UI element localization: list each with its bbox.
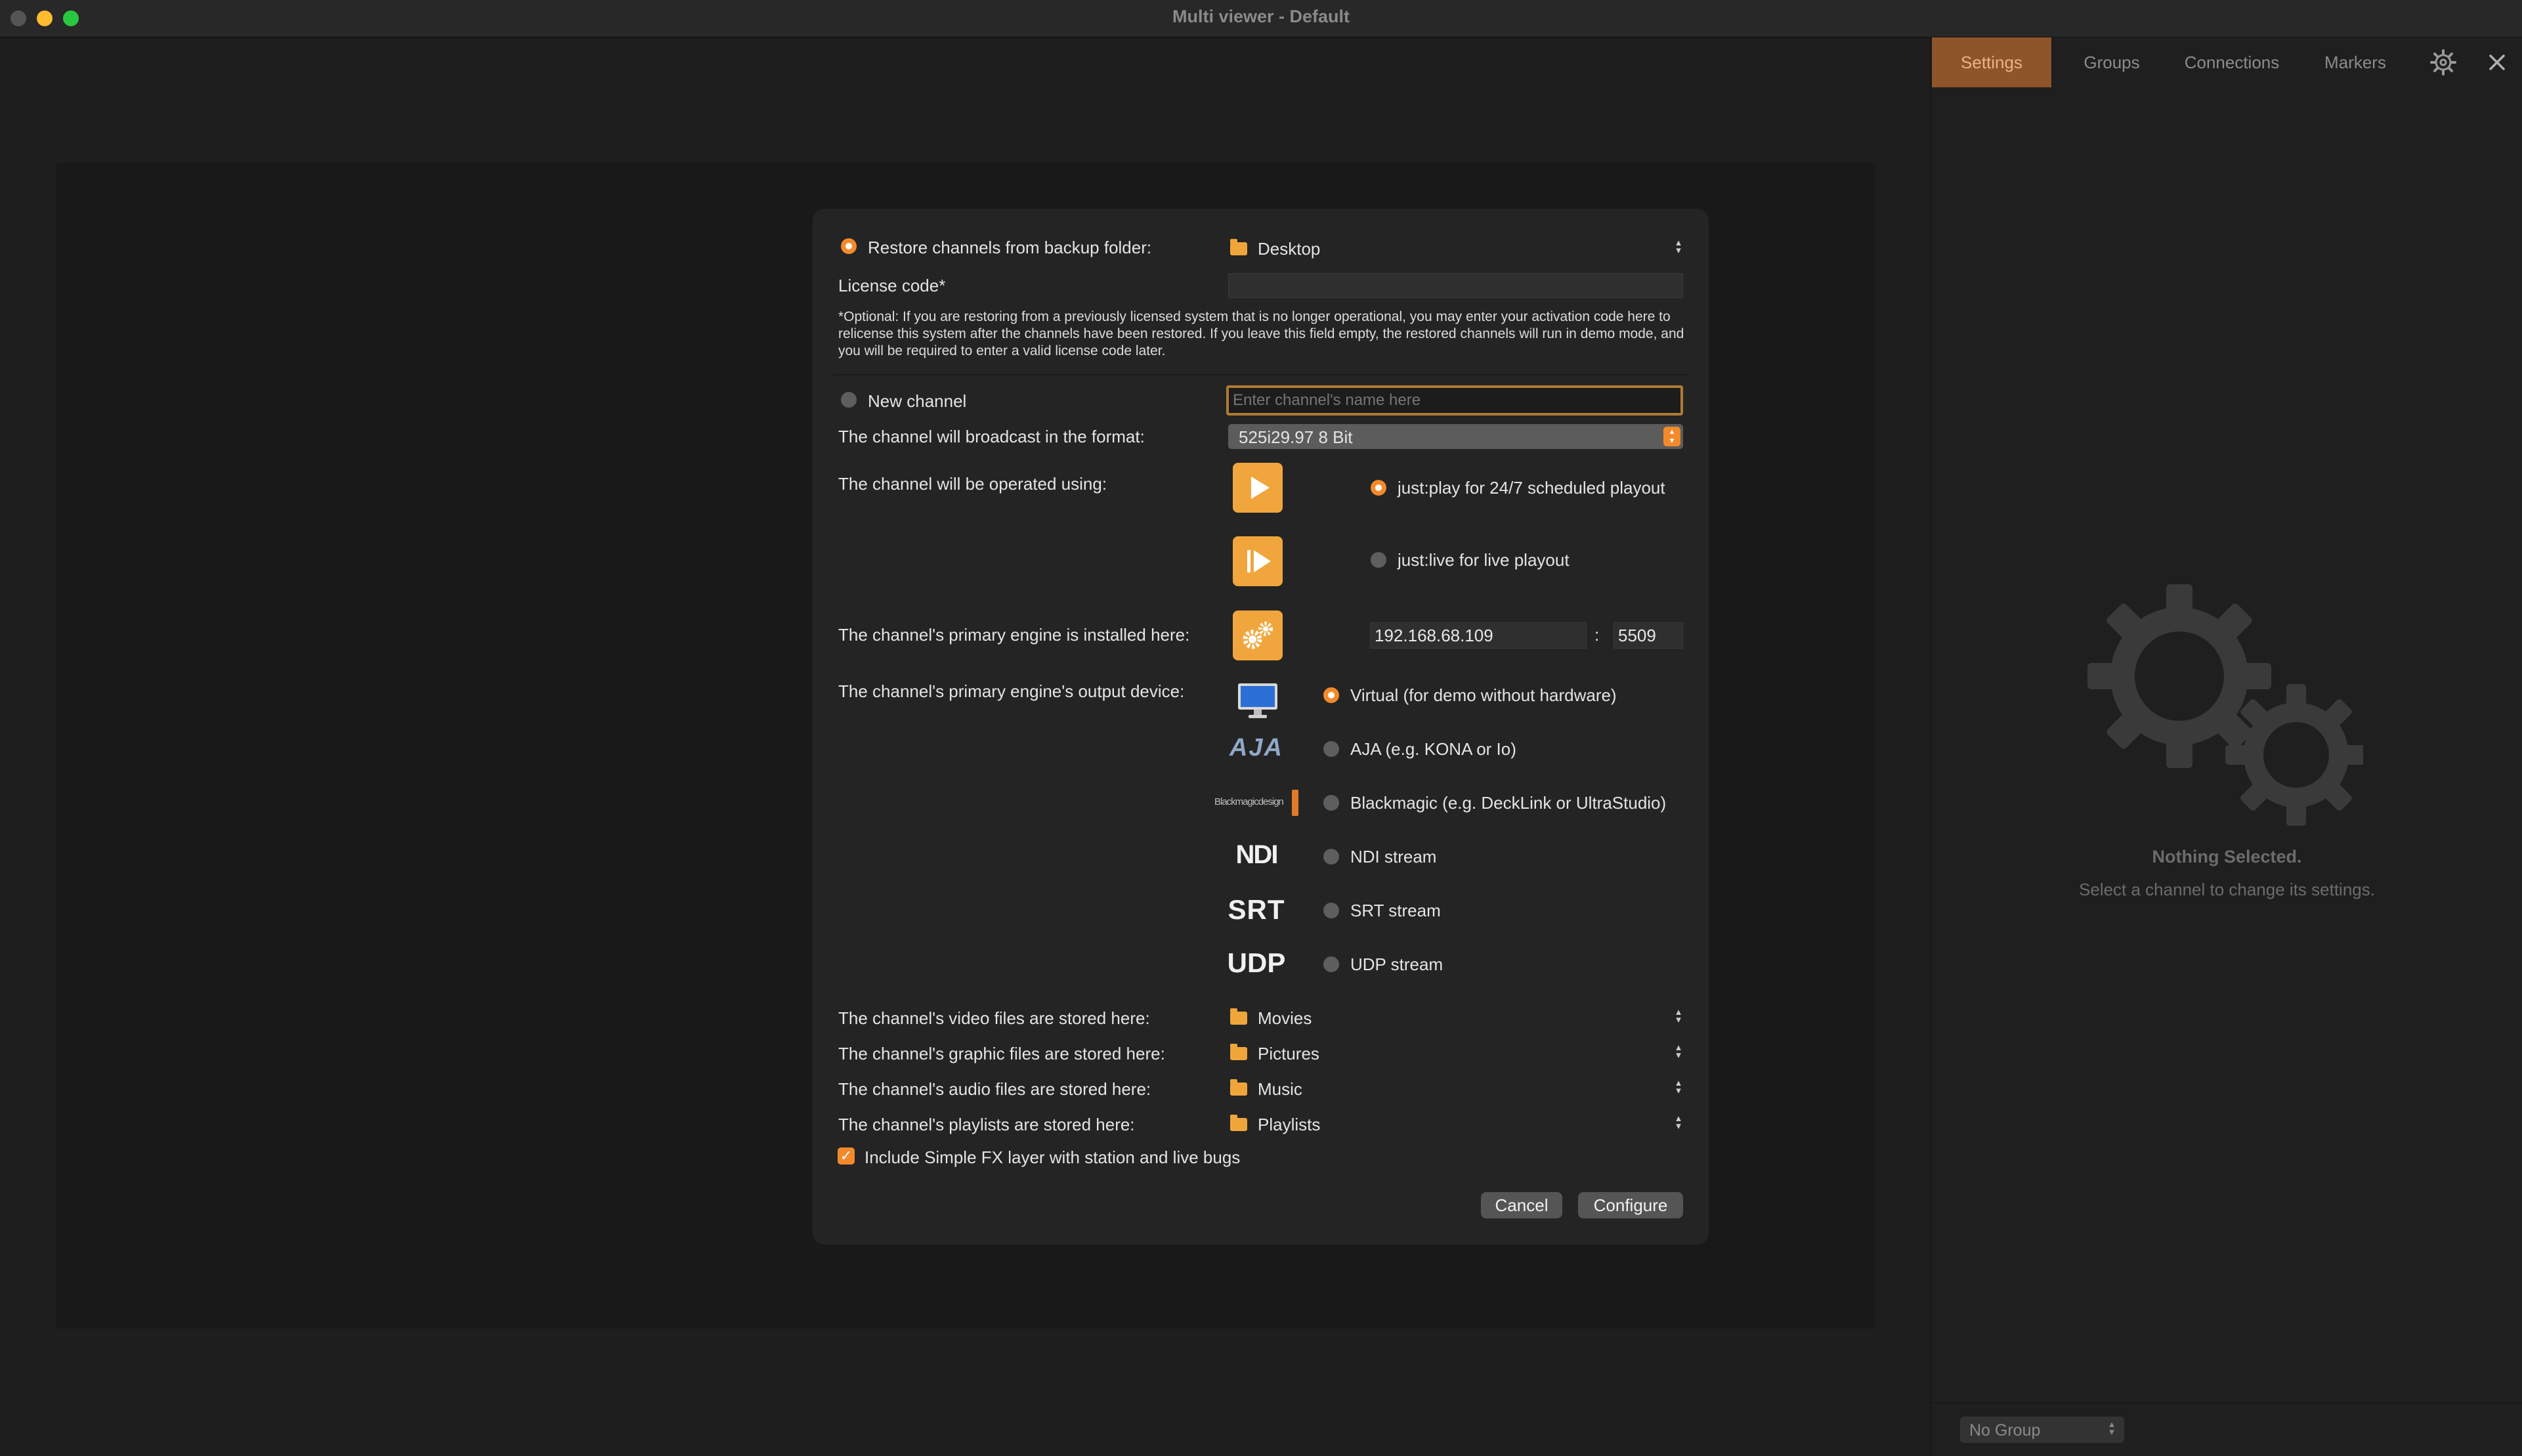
new-channel-radio[interactable]: [841, 392, 857, 408]
tab-connections[interactable]: Connections: [2173, 37, 2291, 87]
nothing-selected-title: Nothing Selected.: [2152, 847, 2302, 867]
gear-icon[interactable]: [2429, 48, 2458, 77]
divider: [832, 374, 1689, 375]
restore-folder-value: Desktop: [1258, 239, 1321, 259]
engine-ip-input[interactable]: [1370, 622, 1587, 649]
license-input[interactable]: [1228, 273, 1683, 298]
graphic-folder-select[interactable]: Pictures ▴ ▾: [1230, 1041, 1683, 1065]
output-virtual-radio[interactable]: [1323, 687, 1339, 703]
empty-state-gears-icon: [2087, 584, 2367, 834]
chevron-updown-icon: ▴ ▾: [1676, 1006, 1681, 1025]
graphic-files-label: The channel's graphic files are stored h…: [838, 1044, 1165, 1063]
chevron-updown-icon: ▴ ▾: [2109, 1419, 2114, 1438]
playlists-label: The channel's playlists are stored here:: [838, 1115, 1135, 1134]
restore-label: Restore channels from backup folder:: [868, 238, 1152, 257]
close-icon[interactable]: [2485, 51, 2509, 74]
output-ndi-label: NDI stream: [1350, 847, 1437, 867]
output-srt-label: SRT stream: [1350, 901, 1441, 920]
tab-settings[interactable]: Settings: [1932, 37, 2051, 87]
output-virtual-label: Virtual (for demo without hardware): [1350, 685, 1617, 705]
nothing-selected-hint: Select a channel to change its settings.: [2079, 880, 2375, 899]
audio-folder-value: Music: [1258, 1079, 1302, 1099]
panel-bottom-divider: [1932, 1402, 2522, 1403]
blackmagic-logo-mark: [1292, 790, 1298, 816]
cancel-button[interactable]: Cancel: [1481, 1192, 1562, 1218]
output-udp-radio[interactable]: [1323, 956, 1339, 972]
operated-label: The channel will be operated using:: [838, 474, 1107, 494]
playlists-folder-select[interactable]: Playlists ▴ ▾: [1230, 1112, 1683, 1136]
new-channel-dialog: Restore channels from backup folder: Des…: [813, 209, 1709, 1245]
engine-label: The channel's primary engine is installe…: [838, 625, 1190, 645]
justlive-label: just:live for live playout: [1398, 550, 1570, 570]
window-title: Multi viewer - Default: [1172, 7, 1350, 26]
format-label: The channel will broadcast in the format…: [838, 427, 1145, 446]
justplay-radio[interactable]: [1371, 480, 1386, 496]
justlive-icon: [1233, 536, 1283, 586]
channel-name-input[interactable]: [1226, 385, 1683, 416]
format-stepper-icon: ▴ ▾: [1663, 427, 1680, 446]
engine-port-input[interactable]: [1614, 622, 1683, 649]
output-aja-label: AJA (e.g. KONA or Io): [1350, 739, 1516, 759]
folder-icon: [1230, 1079, 1247, 1096]
srt-logo: SRT: [1228, 894, 1285, 925]
format-select[interactable]: 525i29.97 8 Bit ▴ ▾: [1228, 424, 1683, 449]
video-files-label: The channel's video files are stored her…: [838, 1008, 1150, 1028]
folder-icon: [1230, 1115, 1247, 1131]
justlive-radio[interactable]: [1371, 552, 1386, 568]
output-ndi-radio[interactable]: [1323, 849, 1339, 865]
tab-groups[interactable]: Groups: [2068, 37, 2156, 87]
group-select-value: No Group: [1969, 1421, 2041, 1440]
chevron-updown-icon: ▴ ▾: [1676, 237, 1681, 256]
title-bar: Multi viewer - Default: [0, 0, 2522, 38]
format-value: 525i29.97 8 Bit: [1239, 427, 1353, 447]
output-aja-radio[interactable]: [1323, 741, 1339, 757]
graphic-folder-value: Pictures: [1258, 1044, 1319, 1063]
restore-folder-select[interactable]: Desktop ▴ ▾: [1230, 236, 1683, 260]
configure-button[interactable]: Configure: [1578, 1192, 1683, 1218]
folder-icon: [1230, 1008, 1247, 1025]
output-blackmagic-label: Blackmagic (e.g. DeckLink or UltraStudio…: [1350, 793, 1667, 813]
chevron-updown-icon: ▴ ▾: [1676, 1113, 1681, 1132]
folder-icon: [1230, 1044, 1247, 1060]
license-note: *Optional: If you are restoring from a p…: [838, 309, 1684, 358]
engine-gears-icon: [1233, 610, 1283, 660]
audio-folder-select[interactable]: Music ▴ ▾: [1230, 1077, 1683, 1100]
justplay-label: just:play for 24/7 scheduled playout: [1398, 478, 1665, 498]
group-select[interactable]: No Group ▴ ▾: [1960, 1417, 2124, 1443]
restore-radio[interactable]: [841, 238, 857, 254]
license-label: License code*: [838, 276, 946, 295]
new-channel-label: New channel: [868, 391, 967, 411]
audio-files-label: The channel's audio files are stored her…: [838, 1079, 1151, 1099]
aja-logo: AJA: [1229, 734, 1284, 761]
engine-separator: :: [1594, 625, 1600, 645]
playlists-folder-value: Playlists: [1258, 1115, 1321, 1134]
output-srt-radio[interactable]: [1323, 903, 1339, 918]
output-label: The channel's primary engine's output de…: [838, 681, 1185, 701]
chevron-updown-icon: ▴ ▾: [1676, 1042, 1681, 1061]
chevron-updown-icon: ▴ ▾: [1676, 1077, 1681, 1096]
tab-markers[interactable]: Markers: [2311, 37, 2400, 87]
monitor-icon: [1237, 682, 1279, 725]
output-blackmagic-radio[interactable]: [1323, 795, 1339, 811]
video-folder-select[interactable]: Movies ▴ ▾: [1230, 1006, 1683, 1029]
output-udp-label: UDP stream: [1350, 954, 1443, 974]
simple-fx-label: Include Simple FX layer with station and…: [865, 1147, 1241, 1167]
folder-icon: [1230, 239, 1247, 255]
blackmagic-logo: Blackmagicdesign: [1214, 796, 1284, 807]
udp-logo: UDP: [1227, 947, 1286, 978]
justplay-icon: [1233, 463, 1283, 513]
simple-fx-checkbox[interactable]: ✓: [838, 1147, 855, 1165]
video-folder-value: Movies: [1258, 1008, 1312, 1028]
ndi-logo: NDI: [1235, 840, 1279, 869]
